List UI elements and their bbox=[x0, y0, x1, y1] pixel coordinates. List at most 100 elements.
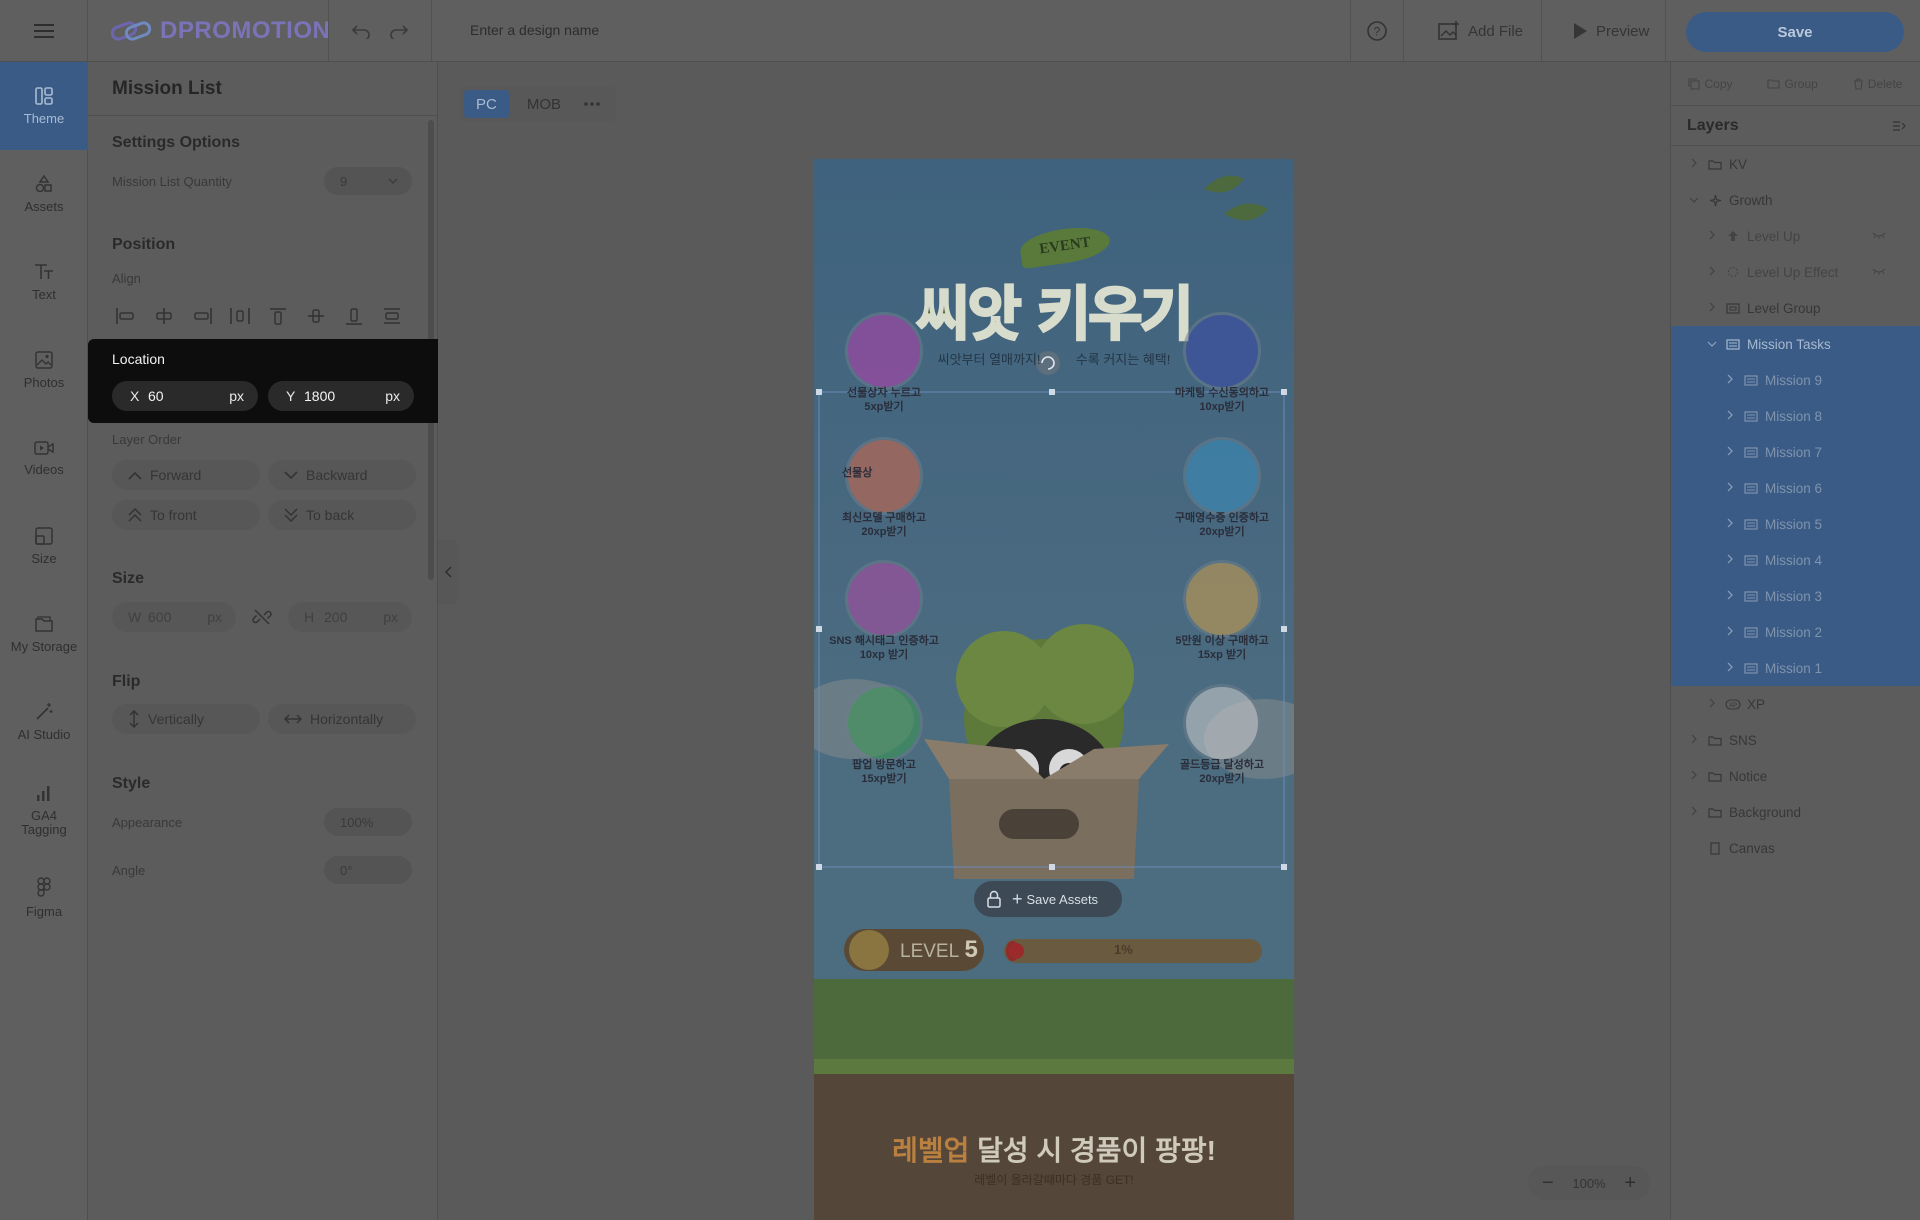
appearance-field[interactable]: 100% bbox=[324, 808, 412, 836]
layer-item[interactable]: Mission 3 bbox=[1671, 578, 1920, 614]
mission-item[interactable]: 5만원 이상 구매하고 15xp 받기 bbox=[1162, 560, 1282, 680]
chevron-right-icon[interactable] bbox=[1723, 518, 1737, 531]
chevron-right-icon[interactable] bbox=[1705, 698, 1719, 711]
undo-icon[interactable] bbox=[351, 23, 371, 39]
align-center-h-icon[interactable] bbox=[150, 302, 177, 329]
collapse-panel-button[interactable] bbox=[438, 540, 458, 604]
layer-item[interactable]: Level Up Effect bbox=[1671, 254, 1920, 290]
distribute-v-icon[interactable] bbox=[378, 302, 405, 329]
chevron-right-icon[interactable] bbox=[1687, 158, 1701, 171]
to-front-button[interactable]: To front bbox=[112, 500, 260, 530]
forward-button[interactable]: Forward bbox=[112, 460, 260, 490]
chevron-right-icon[interactable] bbox=[1687, 806, 1701, 819]
layer-item[interactable]: XP XP bbox=[1671, 686, 1920, 722]
lock-icon[interactable] bbox=[986, 890, 1002, 908]
save-assets-button[interactable]: + Save Assets bbox=[1012, 890, 1098, 908]
layer-item[interactable]: SNS bbox=[1671, 722, 1920, 758]
rail-item-theme[interactable]: Theme bbox=[0, 62, 88, 150]
collapse-all-icon[interactable] bbox=[1892, 120, 1906, 132]
layer-item[interactable]: Growth bbox=[1671, 182, 1920, 218]
layer-item[interactable]: Mission 4 bbox=[1671, 542, 1920, 578]
layer-item[interactable]: Background bbox=[1671, 794, 1920, 830]
hidden-eye-icon[interactable] bbox=[1872, 231, 1886, 242]
chevron-right-icon[interactable] bbox=[1705, 266, 1719, 279]
design-artboard[interactable]: EVENT 씨앗 키우기 씨앗부터 열매까지! 수록 커지는 혜택! 선물상자 … bbox=[814, 159, 1294, 1220]
layer-item[interactable]: Canvas bbox=[1671, 830, 1920, 866]
tab-pc[interactable]: PC bbox=[464, 90, 509, 118]
app-logo[interactable]: DPROMOTION bbox=[110, 16, 330, 46]
mission-item[interactable]: 선물상자 누르고 5xp받기 bbox=[824, 312, 944, 432]
rail-item-assets[interactable]: Assets bbox=[0, 150, 88, 238]
flip-vertical-button[interactable]: Vertically bbox=[112, 704, 260, 734]
rail-item-ga4-tagging[interactable]: GA4 Tagging bbox=[0, 766, 88, 854]
chevron-right-icon[interactable] bbox=[1723, 446, 1737, 459]
mission-item[interactable]: 마케팅 수신동의하고 10xp받기 bbox=[1162, 312, 1282, 432]
rail-item-text[interactable]: Text bbox=[0, 238, 88, 326]
align-top-icon[interactable] bbox=[264, 302, 291, 329]
group-button[interactable]: Group bbox=[1767, 77, 1818, 91]
design-name-input[interactable]: Enter a design name bbox=[470, 22, 599, 38]
chevron-right-icon[interactable] bbox=[1687, 734, 1701, 747]
layer-item[interactable]: Mission Tasks bbox=[1671, 326, 1920, 362]
layer-item[interactable]: Level Group bbox=[1671, 290, 1920, 326]
chevron-right-icon[interactable] bbox=[1723, 626, 1737, 639]
mission-item[interactable]: 골드등급 달성하고 20xp받기 bbox=[1162, 684, 1282, 804]
to-back-button[interactable]: To back bbox=[268, 500, 416, 530]
angle-field[interactable]: 0° bbox=[324, 856, 412, 884]
delete-button[interactable]: Delete bbox=[1853, 77, 1902, 91]
layer-item[interactable]: Mission 5 bbox=[1671, 506, 1920, 542]
mission-quantity-select[interactable]: 9 bbox=[324, 167, 412, 195]
chevron-down-icon[interactable] bbox=[1687, 194, 1701, 206]
layer-item[interactable]: Mission 6 bbox=[1671, 470, 1920, 506]
layer-item[interactable]: Mission 2 bbox=[1671, 614, 1920, 650]
save-button[interactable]: Save bbox=[1686, 12, 1904, 52]
mission-item[interactable]: 팝업 방문하고 15xp받기 bbox=[824, 684, 944, 804]
rail-item-ai-studio[interactable]: AI Studio bbox=[0, 678, 88, 766]
layer-item[interactable]: Mission 9 bbox=[1671, 362, 1920, 398]
layer-item[interactable]: Level Up bbox=[1671, 218, 1920, 254]
hidden-eye-icon[interactable] bbox=[1872, 267, 1886, 278]
zoom-in-icon[interactable]: + bbox=[1624, 1173, 1636, 1193]
chevron-right-icon[interactable] bbox=[1705, 230, 1719, 243]
align-left-icon[interactable] bbox=[112, 302, 139, 329]
chevron-right-icon[interactable] bbox=[1723, 662, 1737, 675]
flip-horizontal-button[interactable]: Horizontally bbox=[268, 704, 416, 734]
redo-icon[interactable] bbox=[389, 23, 409, 39]
copy-button[interactable]: Copy bbox=[1688, 77, 1733, 91]
chevron-right-icon[interactable] bbox=[1723, 554, 1737, 567]
mission-item[interactable]: SNS 해시태그 인증하고 10xp 받기 bbox=[824, 560, 944, 680]
rail-item-my-storage[interactable]: My Storage bbox=[0, 590, 88, 678]
menu-button[interactable] bbox=[0, 0, 88, 62]
chevron-right-icon[interactable] bbox=[1723, 374, 1737, 387]
preview-button[interactable]: Preview bbox=[1556, 0, 1667, 62]
chevron-right-icon[interactable] bbox=[1723, 410, 1737, 423]
align-center-v-icon[interactable] bbox=[302, 302, 329, 329]
mission-item[interactable]: 최신모델 구매하고 20xp받기 bbox=[824, 437, 944, 557]
y-position-field[interactable]: Y 1800 px bbox=[268, 381, 414, 411]
width-field[interactable]: W 600 px bbox=[112, 602, 236, 632]
chevron-down-icon[interactable] bbox=[1705, 338, 1719, 350]
layer-item[interactable]: Notice bbox=[1671, 758, 1920, 794]
distribute-h-icon[interactable] bbox=[226, 302, 253, 329]
align-right-icon[interactable] bbox=[188, 302, 215, 329]
x-position-field[interactable]: X 60 px bbox=[112, 381, 258, 411]
mission-item[interactable]: 구매영수증 인증하고 20xp받기 bbox=[1162, 437, 1282, 557]
add-file-button[interactable]: Add File bbox=[1420, 0, 1543, 62]
rail-item-videos[interactable]: Videos bbox=[0, 414, 88, 502]
rail-item-size[interactable]: Size bbox=[0, 502, 88, 590]
height-field[interactable]: H 200 px bbox=[288, 602, 412, 632]
layer-item[interactable]: Mission 1 bbox=[1671, 650, 1920, 686]
unlink-ratio-icon[interactable] bbox=[252, 607, 272, 627]
layer-item[interactable]: Mission 7 bbox=[1671, 434, 1920, 470]
backward-button[interactable]: Backward bbox=[268, 460, 416, 490]
align-bottom-icon[interactable] bbox=[340, 302, 367, 329]
zoom-out-icon[interactable]: − bbox=[1542, 1173, 1554, 1193]
layer-item[interactable]: Mission 8 bbox=[1671, 398, 1920, 434]
help-button[interactable]: ? bbox=[1350, 0, 1404, 62]
chevron-right-icon[interactable] bbox=[1687, 770, 1701, 783]
rail-item-figma[interactable]: Figma bbox=[0, 854, 88, 942]
layer-item[interactable]: KV bbox=[1671, 146, 1920, 182]
rail-item-photos[interactable]: Photos bbox=[0, 326, 88, 414]
more-icon[interactable] bbox=[583, 101, 601, 107]
chevron-right-icon[interactable] bbox=[1705, 302, 1719, 315]
